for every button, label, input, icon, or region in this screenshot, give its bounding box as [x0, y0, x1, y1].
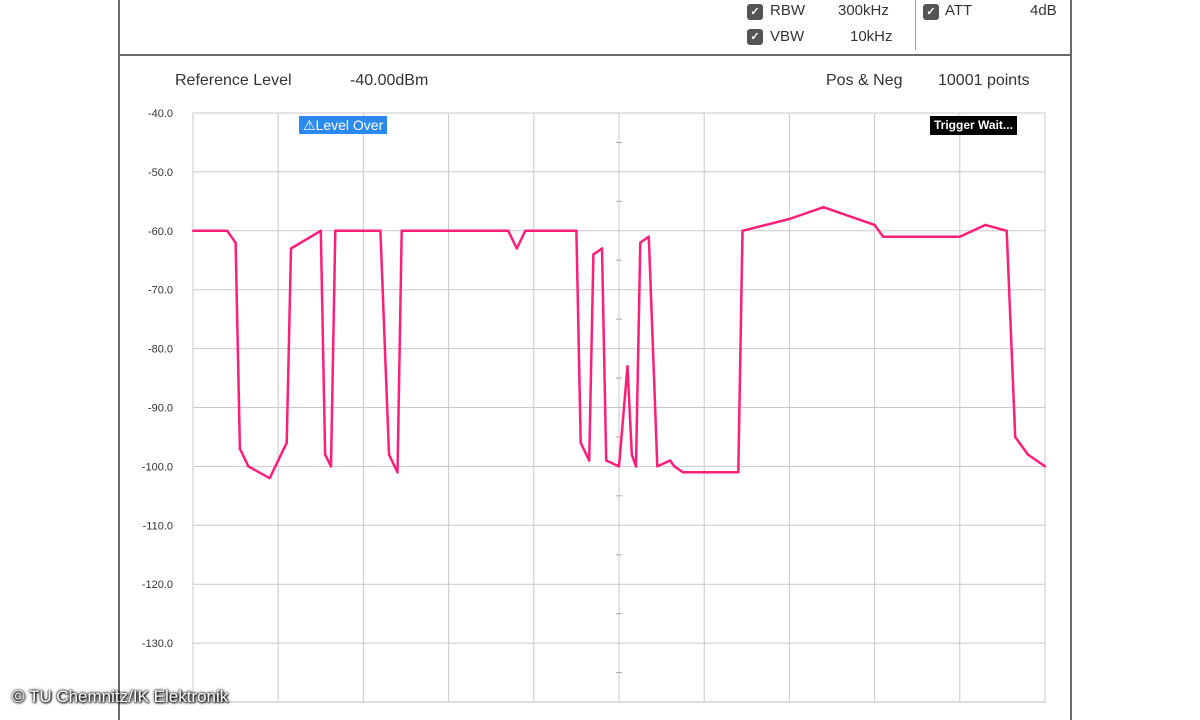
trace-point: [626, 365, 629, 368]
trace-point: [681, 471, 685, 474]
trace-point: [1043, 465, 1047, 468]
trace-point: [605, 459, 608, 462]
trace-point: [191, 229, 195, 232]
trace-point: [958, 235, 961, 238]
trace-point: [617, 465, 621, 468]
trace-point: [268, 476, 271, 480]
trace-point: [587, 459, 591, 462]
y-tick-label: -120.0: [142, 579, 173, 591]
trace-point: [1026, 453, 1030, 456]
y-tick-label: -80.0: [148, 344, 173, 356]
y-tick-label: -70.0: [148, 285, 173, 297]
trace-point: [822, 206, 825, 209]
trace-point: [400, 229, 403, 232]
y-tick-label: -40.0: [148, 108, 173, 120]
trace-point: [515, 247, 518, 250]
copyright-watermark: © TU Chemnitz/IK Elektronik: [12, 687, 229, 706]
trace-point: [379, 229, 382, 232]
trace-point: [873, 223, 876, 227]
trace-point: [630, 453, 633, 456]
y-tick-label: -90.0: [148, 403, 173, 415]
y-tick-label: -130.0: [142, 638, 173, 650]
trace-point: [741, 229, 744, 232]
y-tick-label: -50.0: [148, 167, 173, 179]
trace-point: [673, 465, 676, 468]
trace-point: [634, 465, 638, 468]
trace-point: [881, 235, 885, 238]
trace-point: [396, 471, 399, 474]
trace-point: [579, 441, 582, 445]
trace-point: [234, 241, 237, 244]
y-tick-label: -110.0: [143, 520, 173, 532]
trace-point: [1005, 229, 1008, 232]
trace-point: [289, 247, 293, 250]
trace-point: [238, 447, 242, 450]
trace-point: [788, 217, 791, 221]
trace-point: [737, 471, 740, 474]
y-tick-label: -60.0: [148, 226, 173, 238]
trace-point: [524, 229, 527, 232]
trace-point: [592, 253, 595, 256]
y-tick-label: -100.0: [142, 461, 173, 473]
trace-point: [984, 223, 987, 227]
trigger-wait-badge: Trigger Wait...: [930, 116, 1017, 135]
trace-point: [285, 441, 288, 445]
trace-point: [225, 229, 229, 232]
trace-point: [656, 465, 659, 468]
level-over-badge: ⚠Level Over: [299, 116, 388, 134]
trace-point: [647, 235, 651, 238]
trace-point: [329, 465, 333, 468]
trace-point: [575, 229, 578, 232]
trace-point: [387, 453, 391, 456]
trace-point: [639, 241, 642, 244]
spectrum-chart: -40.0 -50.0 -60.0 -70.0 -80.0 -90.0 -100.0 -110…: [142, 108, 1047, 703]
trace-point: [247, 465, 250, 468]
trace-point: [507, 229, 510, 232]
trace-point: [319, 229, 322, 232]
trace-point: [600, 247, 604, 250]
trace-point: [334, 229, 337, 232]
trace-point: [1013, 435, 1017, 439]
trace-point: [323, 453, 327, 456]
trace-point: [668, 459, 672, 462]
